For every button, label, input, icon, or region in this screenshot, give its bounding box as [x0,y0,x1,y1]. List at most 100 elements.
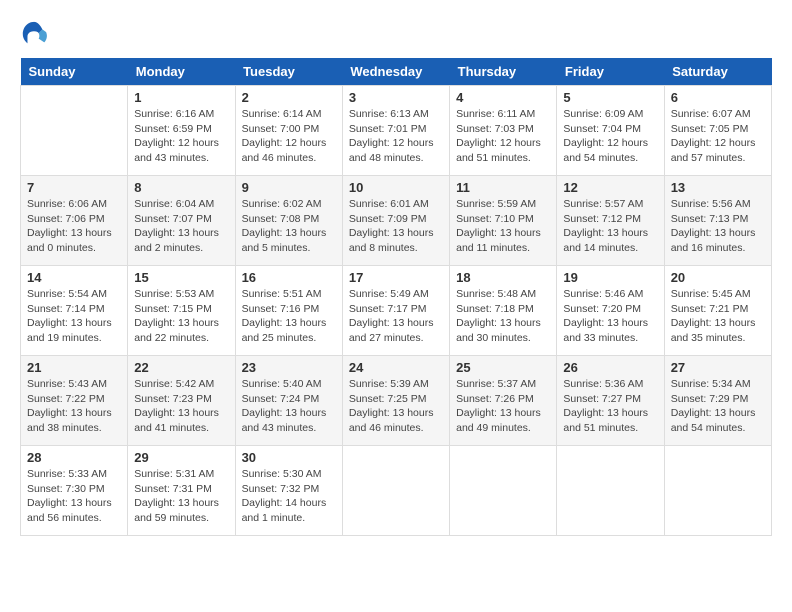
day-info: Sunrise: 6:14 AMSunset: 7:00 PMDaylight:… [242,107,336,166]
day-number: 11 [456,180,550,195]
calendar-cell: 23 Sunrise: 5:40 AMSunset: 7:24 PMDayligh… [235,356,342,446]
column-header-sunday: Sunday [21,58,128,86]
day-number: 9 [242,180,336,195]
day-info: Sunrise: 5:46 AMSunset: 7:20 PMDaylight:… [563,287,657,346]
day-number: 22 [134,360,228,375]
day-number: 10 [349,180,443,195]
calendar-week-2: 7 Sunrise: 6:06 AMSunset: 7:06 PMDaylight… [21,176,772,266]
calendar-cell: 25 Sunrise: 5:37 AMSunset: 7:26 PMDayligh… [450,356,557,446]
calendar-cell: 13 Sunrise: 5:56 AMSunset: 7:13 PMDayligh… [664,176,771,266]
calendar-cell: 19 Sunrise: 5:46 AMSunset: 7:20 PMDayligh… [557,266,664,356]
day-info: Sunrise: 6:11 AMSunset: 7:03 PMDaylight:… [456,107,550,166]
calendar-header-row: SundayMondayTuesdayWednesdayThursdayFrid… [21,58,772,86]
calendar-cell: 17 Sunrise: 5:49 AMSunset: 7:17 PMDayligh… [342,266,449,356]
logo [20,20,52,48]
calendar-cell [664,446,771,536]
column-header-friday: Friday [557,58,664,86]
logo-icon [20,20,48,48]
day-number: 30 [242,450,336,465]
day-number: 23 [242,360,336,375]
calendar-cell: 9 Sunrise: 6:02 AMSunset: 7:08 PMDaylight… [235,176,342,266]
calendar-cell: 8 Sunrise: 6:04 AMSunset: 7:07 PMDaylight… [128,176,235,266]
day-number: 17 [349,270,443,285]
day-info: Sunrise: 5:42 AMSunset: 7:23 PMDaylight:… [134,377,228,436]
day-info: Sunrise: 6:09 AMSunset: 7:04 PMDaylight:… [563,107,657,166]
column-header-wednesday: Wednesday [342,58,449,86]
calendar-cell: 14 Sunrise: 5:54 AMSunset: 7:14 PMDayligh… [21,266,128,356]
calendar-cell: 5Sunrise: 6:09 AMSunset: 7:04 PMDaylight… [557,86,664,176]
calendar: SundayMondayTuesdayWednesdayThursdayFrid… [20,58,772,536]
calendar-week-1: 1 Sunrise: 6:16 AMSunset: 6:59 PMDaylight… [21,86,772,176]
day-number: 4 [456,90,550,105]
day-info: Sunrise: 5:33 AMSunset: 7:30 PMDaylight:… [27,467,121,526]
day-number: 6 [671,90,765,105]
day-info: Sunrise: 6:16 AMSunset: 6:59 PMDaylight:… [134,107,228,166]
day-info: Sunrise: 6:13 AMSunset: 7:01 PMDaylight:… [349,107,443,166]
day-number: 29 [134,450,228,465]
calendar-cell: 6 Sunrise: 6:07 AMSunset: 7:05 PMDaylight… [664,86,771,176]
day-number: 21 [27,360,121,375]
day-info: Sunrise: 6:02 AMSunset: 7:08 PMDaylight:… [242,197,336,256]
day-info: Sunrise: 5:56 AMSunset: 7:13 PMDaylight:… [671,197,765,256]
day-number: 3 [349,90,443,105]
calendar-cell: 12Sunrise: 5:57 AMSunset: 7:12 PMDayligh… [557,176,664,266]
day-number: 1 [134,90,228,105]
column-header-tuesday: Tuesday [235,58,342,86]
day-info: Sunrise: 5:34 AMSunset: 7:29 PMDaylight:… [671,377,765,436]
calendar-cell: 1 Sunrise: 6:16 AMSunset: 6:59 PMDaylight… [128,86,235,176]
calendar-week-4: 21 Sunrise: 5:43 AMSunset: 7:22 PMDayligh… [21,356,772,446]
day-number: 13 [671,180,765,195]
day-info: Sunrise: 5:45 AMSunset: 7:21 PMDaylight:… [671,287,765,346]
day-info: Sunrise: 5:49 AMSunset: 7:17 PMDaylight:… [349,287,443,346]
calendar-cell: 22 Sunrise: 5:42 AMSunset: 7:23 PMDayligh… [128,356,235,446]
day-info: Sunrise: 5:53 AMSunset: 7:15 PMDaylight:… [134,287,228,346]
header [20,20,772,48]
day-info: Sunrise: 6:01 AMSunset: 7:09 PMDaylight:… [349,197,443,256]
calendar-cell: 16 Sunrise: 5:51 AMSunset: 7:16 PMDayligh… [235,266,342,356]
day-info: Sunrise: 5:48 AMSunset: 7:18 PMDaylight:… [456,287,550,346]
day-info: Sunrise: 5:39 AMSunset: 7:25 PMDaylight:… [349,377,443,436]
day-info: Sunrise: 5:30 AMSunset: 7:32 PMDaylight:… [242,467,336,526]
day-number: 19 [563,270,657,285]
day-number: 7 [27,180,121,195]
day-number: 20 [671,270,765,285]
column-header-saturday: Saturday [664,58,771,86]
calendar-cell: 11 Sunrise: 5:59 AMSunset: 7:10 PMDayligh… [450,176,557,266]
day-number: 28 [27,450,121,465]
day-info: Sunrise: 5:57 AMSunset: 7:12 PMDaylight:… [563,197,657,256]
calendar-cell [450,446,557,536]
calendar-cell [557,446,664,536]
day-number: 8 [134,180,228,195]
day-number: 25 [456,360,550,375]
day-number: 2 [242,90,336,105]
calendar-cell: 15 Sunrise: 5:53 AMSunset: 7:15 PMDayligh… [128,266,235,356]
day-info: Sunrise: 5:37 AMSunset: 7:26 PMDaylight:… [456,377,550,436]
day-number: 14 [27,270,121,285]
day-info: Sunrise: 5:59 AMSunset: 7:10 PMDaylight:… [456,197,550,256]
day-info: Sunrise: 6:06 AMSunset: 7:06 PMDaylight:… [27,197,121,256]
calendar-cell: 7 Sunrise: 6:06 AMSunset: 7:06 PMDaylight… [21,176,128,266]
day-info: Sunrise: 5:40 AMSunset: 7:24 PMDaylight:… [242,377,336,436]
column-header-thursday: Thursday [450,58,557,86]
calendar-cell: 2 Sunrise: 6:14 AMSunset: 7:00 PMDaylight… [235,86,342,176]
calendar-cell: 29 Sunrise: 5:31 AMSunset: 7:31 PMDayligh… [128,446,235,536]
calendar-cell: 4 Sunrise: 6:11 AMSunset: 7:03 PMDaylight… [450,86,557,176]
day-info: Sunrise: 5:51 AMSunset: 7:16 PMDaylight:… [242,287,336,346]
day-info: Sunrise: 5:54 AMSunset: 7:14 PMDaylight:… [27,287,121,346]
calendar-cell [21,86,128,176]
day-info: Sunrise: 6:07 AMSunset: 7:05 PMDaylight:… [671,107,765,166]
calendar-cell: 10 Sunrise: 6:01 AMSunset: 7:09 PMDayligh… [342,176,449,266]
day-number: 15 [134,270,228,285]
day-info: Sunrise: 5:31 AMSunset: 7:31 PMDaylight:… [134,467,228,526]
column-header-monday: Monday [128,58,235,86]
calendar-cell [342,446,449,536]
calendar-cell: 27 Sunrise: 5:34 AMSunset: 7:29 PMDayligh… [664,356,771,446]
day-number: 16 [242,270,336,285]
calendar-cell: 28 Sunrise: 5:33 AMSunset: 7:30 PMDayligh… [21,446,128,536]
day-number: 27 [671,360,765,375]
day-info: Sunrise: 6:04 AMSunset: 7:07 PMDaylight:… [134,197,228,256]
day-number: 18 [456,270,550,285]
calendar-cell: 3 Sunrise: 6:13 AMSunset: 7:01 PMDaylight… [342,86,449,176]
calendar-cell: 26Sunrise: 5:36 AMSunset: 7:27 PMDayligh… [557,356,664,446]
day-info: Sunrise: 5:43 AMSunset: 7:22 PMDaylight:… [27,377,121,436]
